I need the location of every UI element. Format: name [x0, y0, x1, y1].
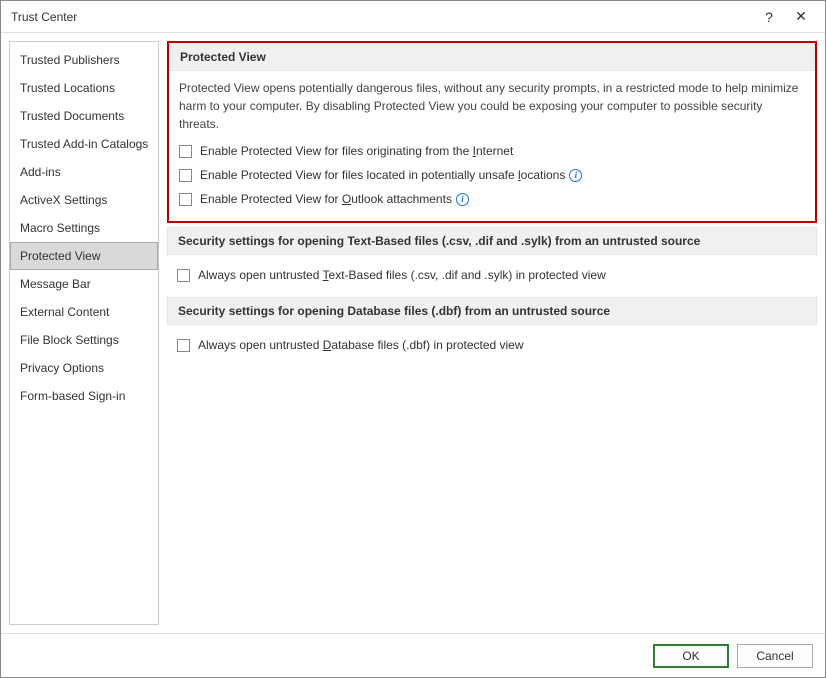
sidebar-item-file-block-settings[interactable]: File Block Settings: [10, 326, 158, 354]
sidebar-item-label: Add-ins: [20, 165, 61, 179]
sidebar-item-label: ActiveX Settings: [20, 193, 107, 207]
checkbox-row-database[interactable]: Always open untrusted Database files (.d…: [177, 333, 807, 357]
close-icon: ✕: [795, 8, 807, 25]
sidebar-item-trusted-locations[interactable]: Trusted Locations: [10, 74, 158, 102]
sidebar-item-label: Privacy Options: [20, 361, 104, 375]
section-body-database: Always open untrusted Database files (.d…: [167, 325, 817, 367]
sidebar-item-form-based-signin[interactable]: Form-based Sign-in: [10, 382, 158, 410]
section-header-database: Security settings for opening Database f…: [167, 297, 817, 325]
content-pane: Protected View Protected View opens pote…: [167, 41, 817, 625]
checkbox-label: Always open untrusted Text-Based files (…: [198, 266, 606, 284]
info-icon[interactable]: i: [569, 169, 582, 182]
checkbox-icon[interactable]: [179, 169, 192, 182]
button-label: Cancel: [756, 649, 793, 663]
section-body-protected-view: Protected View opens potentially dangero…: [169, 71, 815, 221]
sidebar-item-label: Protected View: [20, 249, 101, 263]
sidebar-item-addins[interactable]: Add-ins: [10, 158, 158, 186]
checkbox-icon[interactable]: [177, 269, 190, 282]
checkbox-icon[interactable]: [179, 193, 192, 206]
info-icon[interactable]: i: [456, 193, 469, 206]
checkbox-icon[interactable]: [179, 145, 192, 158]
sidebar-item-macro-settings[interactable]: Macro Settings: [10, 214, 158, 242]
button-label: OK: [682, 649, 699, 663]
sidebar-item-trusted-addin-catalogs[interactable]: Trusted Add-in Catalogs: [10, 130, 158, 158]
checkbox-icon[interactable]: [177, 339, 190, 352]
highlight-annotation: Protected View Protected View opens pote…: [167, 41, 817, 223]
section-header-protected-view: Protected View: [169, 43, 815, 71]
section-body-text-based: Always open untrusted Text-Based files (…: [167, 255, 817, 297]
sidebar-item-label: File Block Settings: [20, 333, 119, 347]
close-button[interactable]: ✕: [785, 1, 817, 33]
ok-button[interactable]: OK: [653, 644, 729, 668]
help-icon: ?: [765, 9, 773, 25]
sidebar-item-message-bar[interactable]: Message Bar: [10, 270, 158, 298]
titlebar: Trust Center ? ✕: [1, 1, 825, 33]
checkbox-row-pv-unsafe-locations[interactable]: Enable Protected View for files located …: [179, 163, 805, 187]
checkbox-label: Enable Protected View for files located …: [200, 166, 582, 184]
checkbox-label: Always open untrusted Database files (.d…: [198, 336, 524, 354]
help-button[interactable]: ?: [753, 1, 785, 33]
checkbox-row-text-based[interactable]: Always open untrusted Text-Based files (…: [177, 263, 807, 287]
sidebar-item-label: Macro Settings: [20, 221, 100, 235]
sidebar-item-trusted-publishers[interactable]: Trusted Publishers: [10, 46, 158, 74]
dialog-footer: OK Cancel: [1, 633, 825, 677]
sidebar-item-privacy-options[interactable]: Privacy Options: [10, 354, 158, 382]
checkbox-row-pv-outlook[interactable]: Enable Protected View for Outlook attach…: [179, 187, 805, 211]
cancel-button[interactable]: Cancel: [737, 644, 813, 668]
protected-view-description: Protected View opens potentially dangero…: [179, 79, 805, 133]
trust-center-window: Trust Center ? ✕ Trusted Publishers Trus…: [0, 0, 826, 678]
checkbox-label: Enable Protected View for Outlook attach…: [200, 190, 469, 208]
checkbox-label: Enable Protected View for files originat…: [200, 142, 513, 160]
sidebar-item-label: Trusted Add-in Catalogs: [20, 137, 148, 151]
dialog-body: Trusted Publishers Trusted Locations Tru…: [1, 33, 825, 633]
sidebar: Trusted Publishers Trusted Locations Tru…: [9, 41, 159, 625]
section-header-text-based: Security settings for opening Text-Based…: [167, 227, 817, 255]
sidebar-item-label: Form-based Sign-in: [20, 389, 125, 403]
sidebar-item-label: Trusted Locations: [20, 81, 115, 95]
sidebar-item-protected-view[interactable]: Protected View: [10, 242, 158, 270]
sidebar-item-activex-settings[interactable]: ActiveX Settings: [10, 186, 158, 214]
checkbox-row-pv-internet[interactable]: Enable Protected View for files originat…: [179, 139, 805, 163]
sidebar-item-external-content[interactable]: External Content: [10, 298, 158, 326]
sidebar-item-label: Message Bar: [20, 277, 91, 291]
sidebar-item-trusted-documents[interactable]: Trusted Documents: [10, 102, 158, 130]
sidebar-item-label: Trusted Publishers: [20, 53, 120, 67]
sidebar-item-label: External Content: [20, 305, 109, 319]
window-title: Trust Center: [11, 10, 753, 24]
sidebar-item-label: Trusted Documents: [20, 109, 124, 123]
